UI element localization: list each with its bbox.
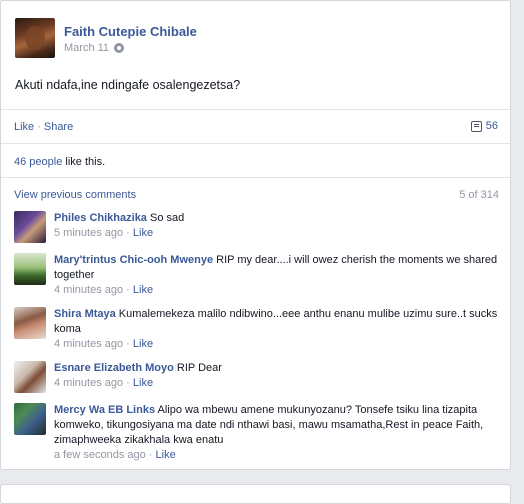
comment-count-value: 56 <box>485 120 498 132</box>
comment-like-link[interactable]: Like <box>133 284 153 296</box>
comment-time[interactable]: 4 minutes ago <box>54 284 123 296</box>
divider <box>1 177 510 178</box>
comment-meta: 4 minutes ago · Like <box>54 377 154 389</box>
post-date[interactable]: March 11 <box>64 42 109 54</box>
comment-body: Shira Mtaya Kumalemekeza malilo ndibwino… <box>54 307 499 352</box>
post-meta: March 11 <box>64 42 125 54</box>
comment-body: Mercy Wa EB Links Alipo wa mbewu amene m… <box>54 403 499 463</box>
commenter-avatar[interactable] <box>14 307 46 339</box>
comment-meta: a few seconds ago · Like <box>54 449 176 461</box>
globe-icon[interactable] <box>114 43 125 53</box>
view-previous-comments[interactable]: View previous comments <box>14 189 136 201</box>
commenter-name[interactable]: Mary'trintus Chic-ooh Mwenye <box>54 254 213 266</box>
commenter-name[interactable]: Philes Chikhazika <box>54 212 147 224</box>
comment-time[interactable]: a few seconds ago <box>54 449 146 461</box>
commenter-avatar[interactable] <box>14 403 46 435</box>
likes-suffix: like this. <box>62 156 106 168</box>
commenter-avatar[interactable] <box>14 211 46 243</box>
post-card: Faith Cutepie Chibale March 11 Akuti nda… <box>0 0 511 470</box>
post-actions: Like · Share <box>14 121 73 133</box>
comment-meta: 4 minutes ago · Like <box>54 284 154 296</box>
commenter-name[interactable]: Shira Mtaya <box>54 308 116 320</box>
author-name[interactable]: Faith Cutepie Chibale <box>64 24 197 39</box>
commenter-name[interactable]: Mercy Wa EB Links <box>54 404 155 416</box>
comments-pager: 5 of 314 <box>459 189 499 201</box>
comment-text: Kumalemekeza malilo ndibwino...eee anthu… <box>54 308 498 335</box>
comment-text: RIP Dear <box>173 362 222 374</box>
separator-dot: · <box>37 121 41 133</box>
commenter-avatar[interactable] <box>14 253 46 285</box>
divider <box>1 109 510 110</box>
comment-text: So sad <box>146 212 185 224</box>
like-link[interactable]: Like <box>14 121 34 133</box>
comment-like-link[interactable]: Like <box>133 377 153 389</box>
comment-body: Philes Chikhazika So sad 5 minutes ago ·… <box>54 211 499 241</box>
comment-body: Esnare Elizabeth Moyo RIP Dear 4 minutes… <box>54 361 499 391</box>
comment-like-link[interactable]: Like <box>133 338 153 350</box>
post-text: Akuti ndafa,ine ndingafe osalengezetsa? <box>15 78 241 92</box>
comment-time[interactable]: 4 minutes ago <box>54 338 123 350</box>
comment-meta: 4 minutes ago · Like <box>54 338 154 350</box>
comment-icon <box>470 120 482 132</box>
divider <box>1 143 510 144</box>
comment-like-link[interactable]: Like <box>156 449 176 461</box>
comment-time[interactable]: 4 minutes ago <box>54 377 123 389</box>
comment-time[interactable]: 5 minutes ago <box>54 227 123 239</box>
comment-like-link[interactable]: Like <box>133 227 153 239</box>
likes-summary: 46 people like this. <box>14 156 105 168</box>
comment-count[interactable]: 56 <box>470 120 498 132</box>
commenter-avatar[interactable] <box>14 361 46 393</box>
commenter-name[interactable]: Esnare Elizabeth Moyo <box>54 362 174 374</box>
author-avatar[interactable] <box>15 18 55 58</box>
share-link[interactable]: Share <box>44 121 73 133</box>
comment-meta: 5 minutes ago · Like <box>54 227 154 239</box>
comment-body: Mary'trintus Chic-ooh Mwenye RIP my dear… <box>54 253 499 298</box>
next-post-card <box>0 484 511 504</box>
likes-count-link[interactable]: 46 people <box>14 156 62 168</box>
